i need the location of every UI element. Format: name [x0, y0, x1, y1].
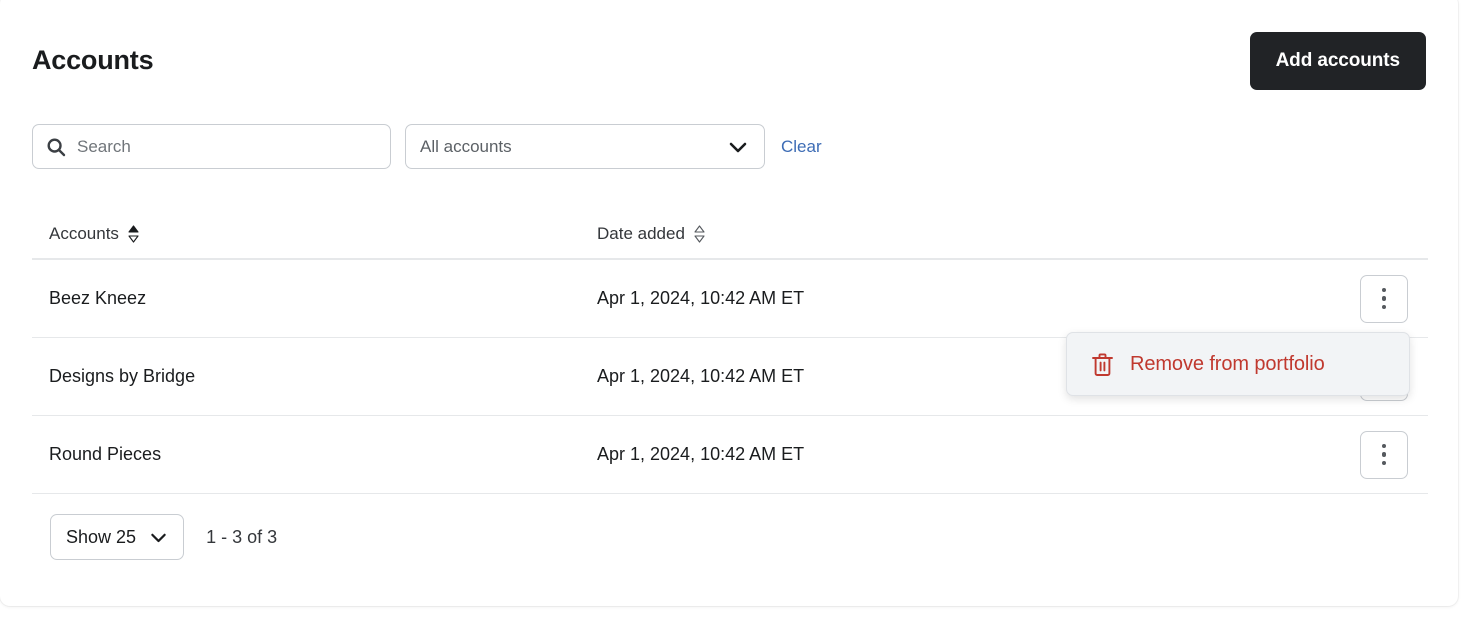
add-accounts-button[interactable]: Add accounts	[1250, 32, 1426, 90]
kebab-menu-icon[interactable]	[1360, 431, 1408, 479]
account-filter-select[interactable]: All accounts	[405, 124, 765, 169]
column-header-accounts[interactable]: Accounts	[32, 224, 597, 244]
cell-account-name: Designs by Bridge	[32, 366, 597, 387]
search-field-wrapper	[32, 124, 391, 169]
row-action-menu-item-label: Remove from portfolio	[1130, 353, 1325, 376]
kebab-dot	[1382, 444, 1387, 449]
kebab-dot	[1382, 452, 1387, 457]
kebab-dot	[1382, 461, 1387, 466]
filter-bar: All accounts Clear	[32, 124, 822, 169]
chevron-down-icon	[726, 135, 750, 159]
table-row[interactable]: Beez Kneez Apr 1, 2024, 10:42 AM ET	[32, 260, 1428, 338]
clear-filters-link[interactable]: Clear	[781, 137, 822, 157]
trash-icon	[1091, 352, 1114, 377]
sort-ascending-icon	[128, 224, 139, 244]
accounts-page-card: Accounts Add accounts All accounts Clear	[0, 0, 1458, 606]
row-action-menu-item-remove[interactable]: Remove from portfolio	[1066, 332, 1410, 396]
cell-row-actions	[1356, 431, 1428, 479]
kebab-dot	[1382, 288, 1387, 293]
kebab-dot	[1382, 305, 1387, 310]
table-footer: Show 25 1 - 3 of 3	[50, 514, 277, 560]
cell-account-name: Beez Kneez	[32, 288, 597, 309]
search-input[interactable]	[32, 124, 391, 169]
cell-date-added: Apr 1, 2024, 10:42 AM ET	[597, 288, 1356, 309]
cell-date-added: Apr 1, 2024, 10:42 AM ET	[597, 444, 1356, 465]
account-filter-value: All accounts	[420, 137, 726, 157]
page-size-select[interactable]: Show 25	[50, 514, 184, 560]
chevron-down-icon	[148, 527, 169, 548]
page-title: Accounts	[32, 45, 153, 76]
table-row[interactable]: Round Pieces Apr 1, 2024, 10:42 AM ET	[32, 416, 1428, 494]
page-size-value: Show 25	[66, 527, 136, 548]
table-header-row: Accounts Date added	[32, 210, 1428, 260]
cell-account-name: Round Pieces	[32, 444, 597, 465]
sort-none-icon	[694, 224, 705, 244]
pagination-range: 1 - 3 of 3	[206, 527, 277, 548]
kebab-menu-icon[interactable]	[1360, 275, 1408, 323]
page-header: Accounts Add accounts	[32, 32, 1426, 92]
column-header-accounts-label: Accounts	[49, 224, 119, 244]
kebab-dot	[1382, 296, 1387, 301]
cell-row-actions	[1356, 275, 1428, 323]
column-header-date-added-label: Date added	[597, 224, 685, 244]
column-header-date-added[interactable]: Date added	[597, 224, 1428, 244]
